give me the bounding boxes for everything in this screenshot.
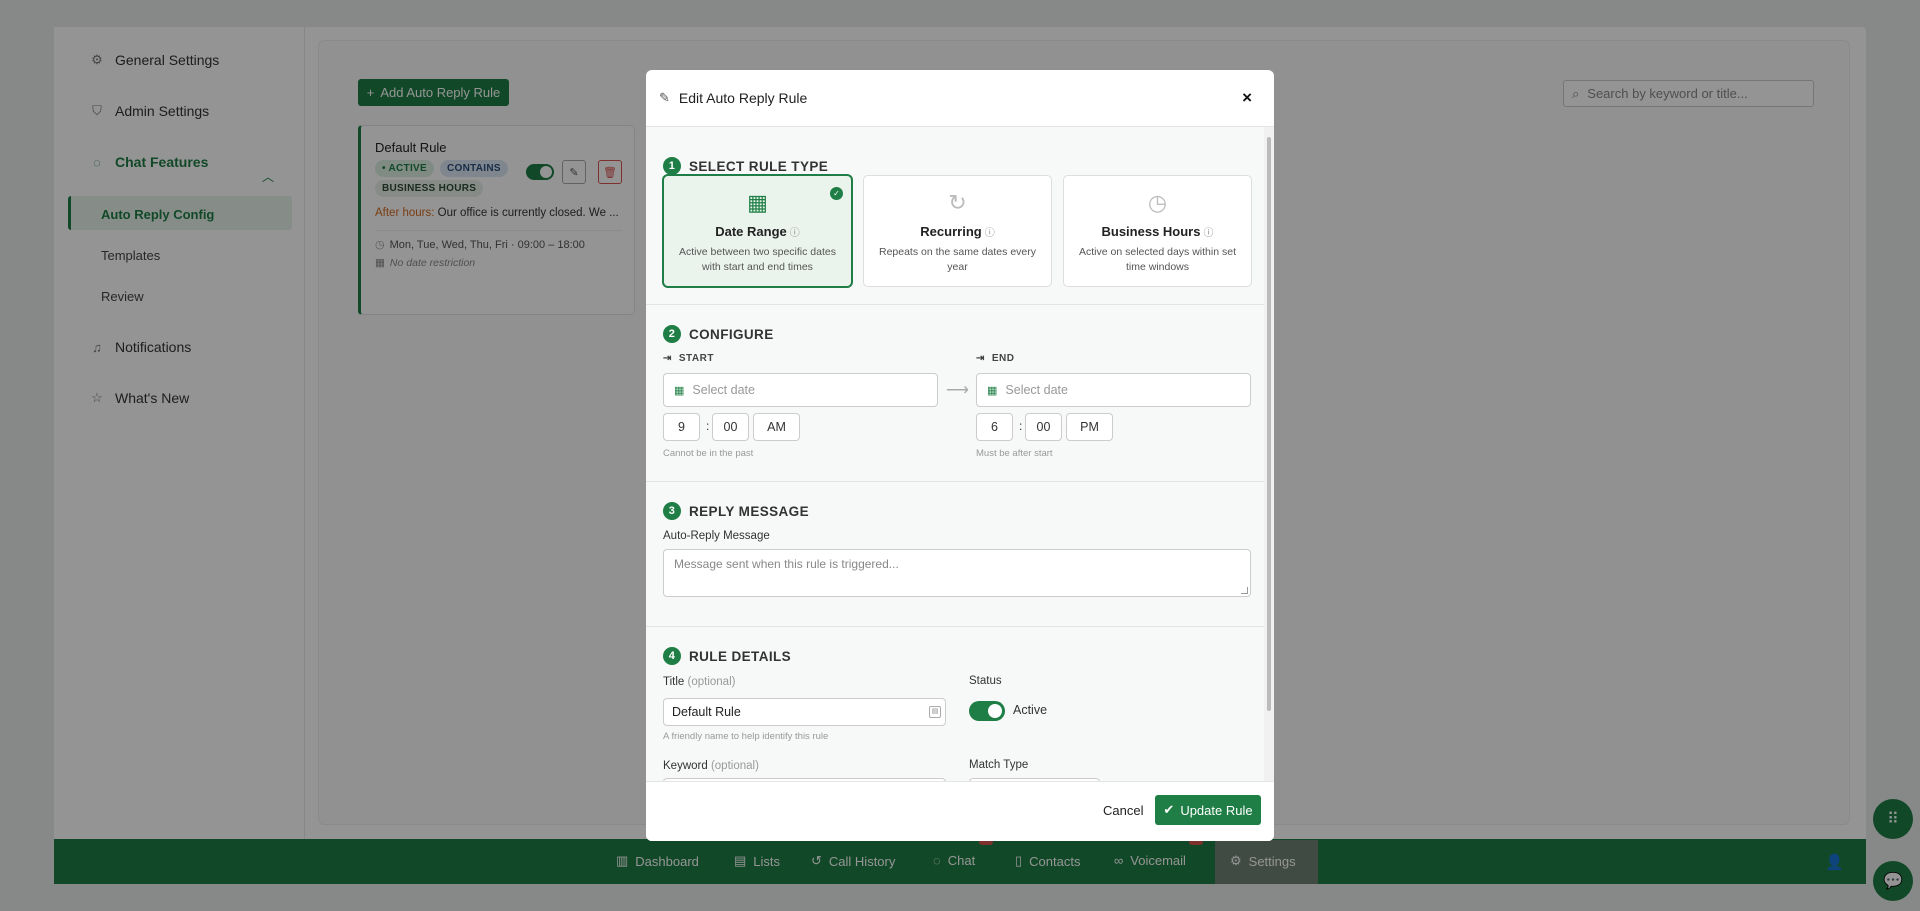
rule-type-business-hours[interactable]: ◷ Business Hours ⓘ Active on selected day… (1063, 175, 1252, 287)
start-date-input[interactable]: ▦ Select date (663, 373, 938, 407)
title-input-value: Default Rule (672, 705, 741, 719)
title-label-text: Title (663, 676, 685, 688)
status-value: Active (1013, 703, 1048, 717)
section-configure: 2 CONFIGURE (663, 325, 774, 343)
step-number: 3 (663, 502, 681, 520)
auto-reply-message-textarea[interactable]: Message sent when this rule is triggered… (663, 549, 1251, 597)
update-button-label: Update Rule (1180, 802, 1253, 818)
info-icon: ⓘ (789, 228, 800, 239)
section-divider (646, 481, 1264, 482)
start-hint: Cannot be in the past (663, 448, 754, 459)
sign-out-icon: ⇥ (976, 353, 985, 364)
modal-header: ✎ Edit Auto Reply Rule × (646, 70, 1274, 127)
rule-type-title: Date Range ⓘ (664, 224, 851, 239)
end-hint: Must be after start (976, 448, 1053, 459)
info-icon: ⓘ (1203, 228, 1214, 239)
start-ampm-select[interactable]: AM (753, 413, 800, 441)
section-title: RULE DETAILS (689, 648, 792, 664)
modal-body: 1 SELECT RULE TYPE ✓ ▦ Date Range ⓘ Activ… (646, 127, 1264, 781)
modal-title: ✎ Edit Auto Reply Rule (659, 90, 807, 106)
edit-rule-modal: ✎ Edit Auto Reply Rule × 1 SELECT RULE T… (646, 70, 1274, 841)
section-reply-message: 3 REPLY MESSAGE (663, 502, 809, 520)
check-icon: ✔ (1163, 802, 1175, 817)
arrow-right-icon: ⟶ (946, 382, 969, 399)
clock-icon: ◷ (1147, 190, 1168, 215)
end-minute-input[interactable]: 00 (1025, 413, 1062, 441)
status-label: Status (969, 675, 1002, 687)
end-label: ⇥ END (976, 353, 1015, 364)
optional-text: (optional) (687, 676, 736, 688)
refresh-icon: ↻ (948, 190, 967, 215)
rule-type-desc: Repeats on the same dates every year (878, 246, 1036, 273)
title-label: Title (optional) (663, 676, 735, 688)
cancel-button[interactable]: Cancel (1103, 803, 1143, 818)
start-hour-input[interactable]: 9 (663, 413, 700, 441)
calendar-icon: ▦ (674, 384, 685, 397)
step-number: 2 (663, 325, 681, 343)
section-select-rule-type: 1 SELECT RULE TYPE (663, 157, 828, 175)
title-hint: A friendly name to help identify this ru… (663, 731, 829, 742)
modal-title-text: Edit Auto Reply Rule (678, 90, 808, 106)
info-icon: ⓘ (984, 228, 995, 239)
section-title: REPLY MESSAGE (689, 503, 809, 519)
section-divider (646, 304, 1264, 305)
modal-footer: Cancel ✔ Update Rule (646, 781, 1274, 841)
keyword-label: Keyword (optional) (663, 760, 759, 772)
end-date-placeholder: Select date (1005, 383, 1068, 397)
rule-type-title: Business Hours ⓘ (1064, 224, 1251, 239)
pencil-icon: ✎ (659, 90, 670, 105)
modal-scrollbar[interactable] (1264, 127, 1274, 781)
step-number: 1 (663, 157, 681, 175)
optional-text: (optional) (710, 760, 759, 772)
section-title: CONFIGURE (689, 326, 774, 342)
end-hour-input[interactable]: 6 (976, 413, 1013, 441)
calendar-icon: ▦ (747, 190, 768, 215)
step-number: 4 (663, 647, 681, 665)
type-title-text: Business Hours (1101, 224, 1201, 239)
match-type-label: Match Type (969, 759, 1029, 771)
section-divider (646, 626, 1264, 627)
start-minute-input[interactable]: 00 (712, 413, 749, 441)
end-date-input[interactable]: ▦ Select date (976, 373, 1251, 407)
type-title-text: Recurring (920, 224, 982, 239)
status-toggle[interactable] (969, 701, 1005, 721)
title-input[interactable]: Default Rule ▤ (663, 698, 946, 726)
rule-type-title: Recurring ⓘ (864, 224, 1051, 239)
update-rule-button[interactable]: ✔ Update Rule (1155, 795, 1261, 825)
rule-type-recurring[interactable]: ↻ Recurring ⓘ Repeats on the same dates e… (863, 175, 1052, 287)
keyword-label-text: Keyword (663, 760, 708, 772)
start-label: ⇥ START (663, 353, 714, 364)
autofill-icon: ▤ (929, 706, 941, 718)
section-title: SELECT RULE TYPE (689, 158, 829, 174)
end-ampm-select[interactable]: PM (1066, 413, 1113, 441)
rule-type-date-range[interactable]: ✓ ▦ Date Range ⓘ Active between two speci… (663, 175, 852, 287)
start-date-placeholder: Select date (692, 383, 755, 397)
type-title-text: Date Range (715, 224, 787, 239)
rule-type-desc: Active between two specific dates with s… (679, 246, 836, 273)
rule-type-desc: Active on selected days within set time … (1079, 246, 1236, 273)
section-rule-details: 4 RULE DETAILS (663, 647, 791, 665)
time-separator: : (1019, 419, 1023, 433)
close-icon[interactable]: × (1242, 88, 1252, 108)
sign-in-icon: ⇥ (663, 353, 672, 364)
time-separator: : (706, 419, 710, 433)
auto-reply-message-label: Auto-Reply Message (663, 530, 770, 542)
end-label-text: END (991, 353, 1015, 364)
calendar-icon: ▦ (987, 384, 998, 397)
start-label-text: START (678, 353, 714, 364)
